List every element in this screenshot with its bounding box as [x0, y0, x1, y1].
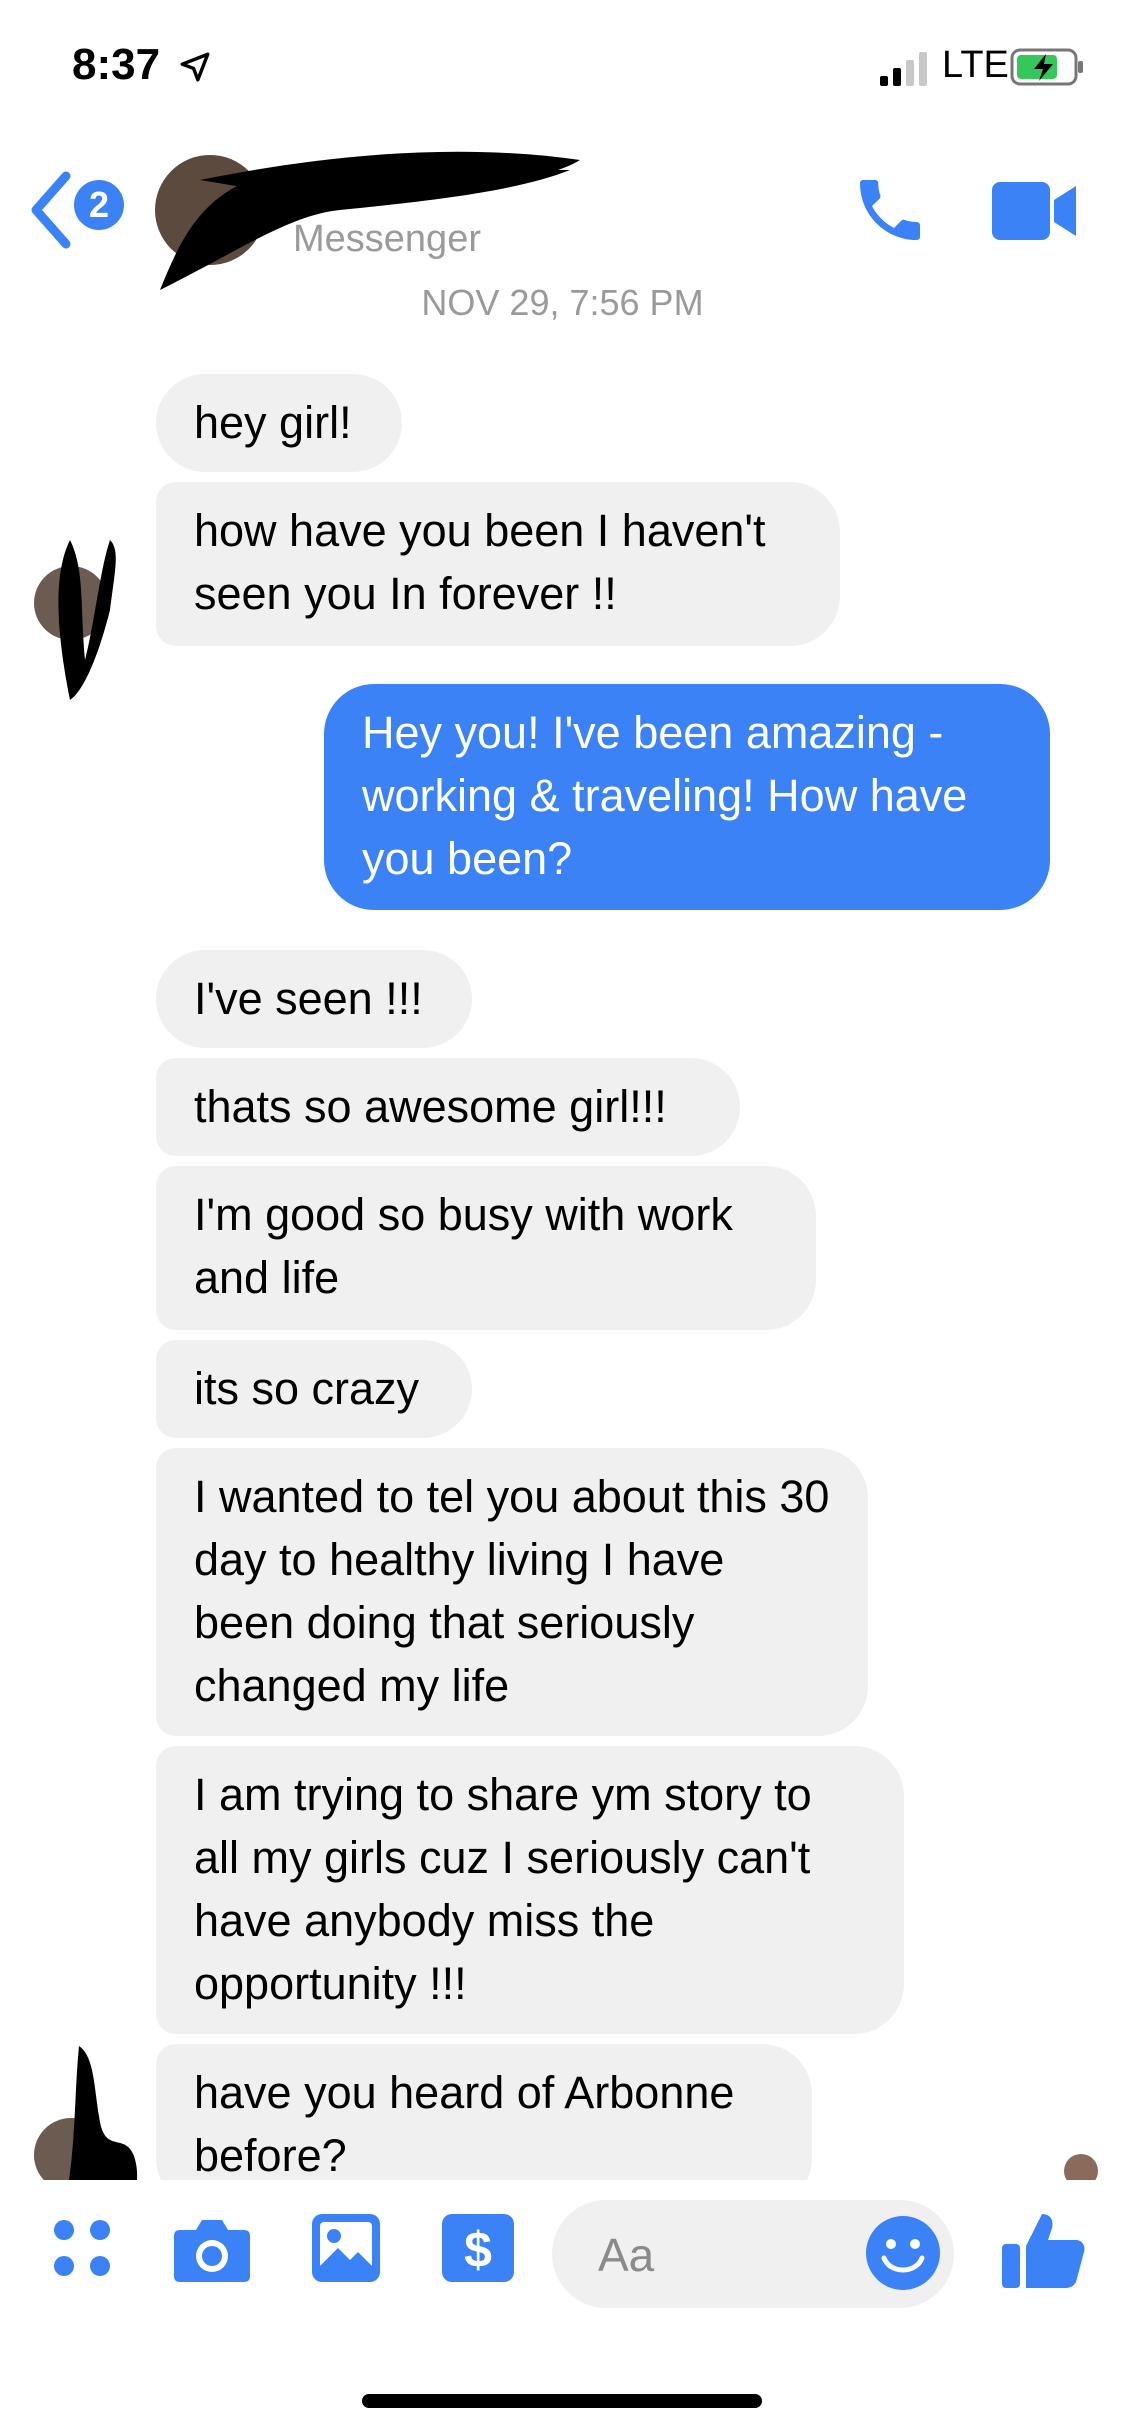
- incoming-message[interactable]: I'm good so busy with work and life: [156, 1166, 816, 1330]
- home-indicator[interactable]: [362, 2394, 762, 2408]
- contact-subtitle: Messenger: [293, 218, 481, 260]
- photo-icon[interactable]: [310, 2212, 382, 2284]
- incoming-message[interactable]: how have you been I haven't seen you In …: [156, 482, 840, 646]
- phone-icon[interactable]: [850, 170, 930, 250]
- incoming-message[interactable]: I wanted to tel you about this 30 day to…: [156, 1448, 868, 1736]
- payment-icon[interactable]: $: [440, 2212, 516, 2284]
- network-type: LTE: [942, 44, 1009, 86]
- incoming-message[interactable]: its so crazy: [156, 1340, 472, 1438]
- status-time: 8:37: [72, 40, 161, 89]
- emoji-icon[interactable]: [864, 2214, 942, 2292]
- back-chevron-icon[interactable]: [26, 168, 76, 252]
- camera-icon[interactable]: [172, 2212, 252, 2284]
- battery-charging-icon: [1010, 48, 1083, 86]
- incoming-message[interactable]: thats so awesome girl!!!: [156, 1058, 740, 1156]
- thumbs-up-icon[interactable]: [1000, 2206, 1086, 2292]
- outgoing-message[interactable]: Hey you! I've been amazing - working & t…: [324, 684, 1050, 910]
- status-bar: 8:37 LTE: [0, 0, 1125, 140]
- redaction-scribble: [58, 540, 116, 700]
- incoming-message[interactable]: I've seen !!!: [156, 950, 472, 1048]
- conversation-timestamp: NOV 29, 7:56 PM: [421, 282, 704, 323]
- incoming-message[interactable]: I am trying to share ym story to all my …: [156, 1746, 904, 2034]
- signal-icon: [880, 52, 927, 86]
- message-input-placeholder: Aa: [598, 2229, 655, 2281]
- incoming-message[interactable]: hey girl!: [156, 374, 402, 472]
- location-arrow-icon: [180, 52, 210, 82]
- unread-badge[interactable]: 2: [74, 180, 124, 230]
- apps-icon[interactable]: [46, 2212, 118, 2284]
- svg-text:$: $: [464, 2222, 492, 2278]
- video-camera-icon[interactable]: [990, 178, 1080, 244]
